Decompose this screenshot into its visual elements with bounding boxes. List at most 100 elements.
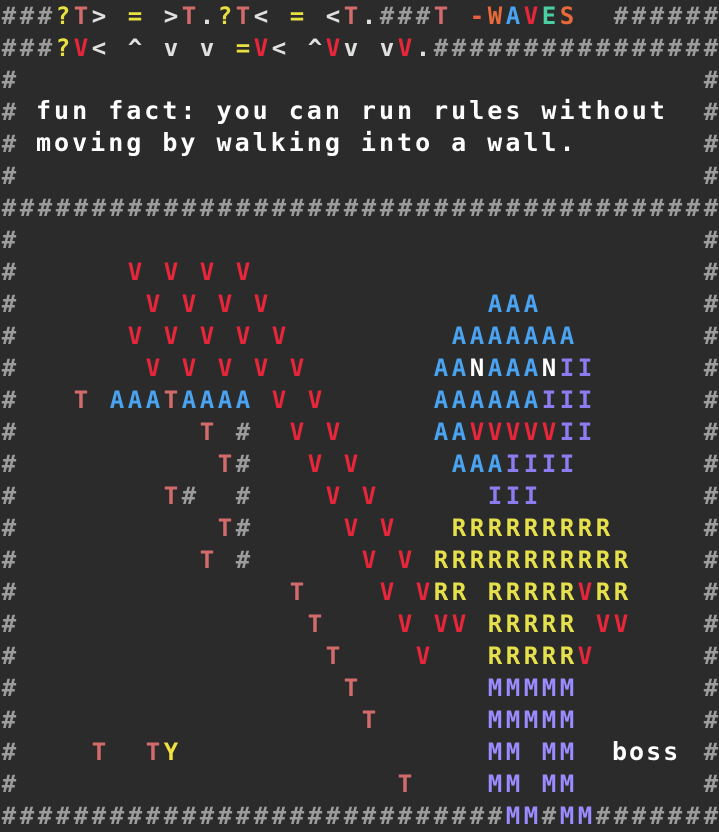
wall-tile: # <box>433 802 449 830</box>
r-tile: R <box>523 642 539 670</box>
wall-tile: # <box>379 802 395 830</box>
wall-tile: # <box>163 802 179 830</box>
wall-tile: # <box>595 194 611 222</box>
s-letter-tile: S <box>559 2 575 30</box>
wall-tile: # <box>469 34 485 62</box>
v-tile: V <box>199 322 215 350</box>
r-tile: R <box>541 642 557 670</box>
wall-tile: # <box>505 194 521 222</box>
t-tile: T <box>217 450 233 478</box>
wall-tile: # <box>577 194 593 222</box>
wall-tile: # <box>19 194 35 222</box>
a-tile: A <box>487 322 503 350</box>
r-tile: R <box>595 514 611 542</box>
r-tile: R <box>559 578 575 606</box>
wall-tile: # <box>703 578 719 606</box>
v-tile: V <box>253 290 269 318</box>
v-tile: V <box>595 610 611 638</box>
wall-tile: # <box>1 514 17 542</box>
a-tile: A <box>541 322 557 350</box>
m-tile: M <box>487 674 503 702</box>
wall-tile: # <box>523 194 539 222</box>
a-tile: A <box>523 290 539 318</box>
down-arrow-tile: v <box>343 34 359 62</box>
t-tile: T <box>397 770 413 798</box>
wall-tile: # <box>1 738 17 766</box>
wall-tile: # <box>181 194 197 222</box>
a-tile: A <box>487 386 503 414</box>
wall-tile: # <box>307 194 323 222</box>
v-tile: V <box>523 418 539 446</box>
dot-tile: . <box>199 2 215 30</box>
a-tile: A <box>505 354 521 382</box>
a-tile: A <box>145 386 161 414</box>
wall-tile: # <box>703 482 719 510</box>
wall-tile: # <box>667 2 683 30</box>
wall-tile: # <box>703 674 719 702</box>
wall-tile: # <box>703 450 719 478</box>
equals-tile: = <box>289 2 305 30</box>
m-tile: M <box>505 802 521 830</box>
wall-tile: # <box>703 386 719 414</box>
i-tile: I <box>559 386 575 414</box>
wall-tile: # <box>703 130 719 158</box>
a-tile: A <box>523 386 539 414</box>
m-tile: M <box>541 770 557 798</box>
wall-tile: # <box>217 194 233 222</box>
wall-tile: # <box>37 34 53 62</box>
wall-tile: # <box>1 258 17 286</box>
wall-tile: # <box>415 2 431 30</box>
t-tile: T <box>163 482 179 510</box>
wall-tile: # <box>595 34 611 62</box>
t-tile: T <box>235 2 251 30</box>
v-tile: V <box>577 578 593 606</box>
v-tile: V <box>325 34 341 62</box>
m-tile: M <box>559 802 575 830</box>
a-tile: A <box>127 386 143 414</box>
v-tile: V <box>235 258 251 286</box>
v-tile: V <box>451 610 467 638</box>
t-tile: T <box>199 418 215 446</box>
equals-tile: = <box>127 2 143 30</box>
wall-tile: # <box>235 418 251 446</box>
r-tile: R <box>559 546 575 574</box>
m-tile: M <box>559 738 575 766</box>
left-arrow-tile: < <box>325 2 341 30</box>
wall-tile: # <box>613 802 629 830</box>
wall-tile: # <box>487 194 503 222</box>
e-letter-tile: E <box>541 2 557 30</box>
m-tile: M <box>523 674 539 702</box>
v-tile: V <box>181 354 197 382</box>
r-tile: R <box>523 578 539 606</box>
v-tile: V <box>361 482 377 510</box>
i-tile: I <box>577 386 593 414</box>
wall-tile: # <box>235 546 251 574</box>
t-tile: T <box>91 738 107 766</box>
equals-tile: = <box>235 34 251 62</box>
t-tile: T <box>145 738 161 766</box>
wall-tile: # <box>1 706 17 734</box>
v-tile: V <box>145 354 161 382</box>
wall-tile: # <box>541 34 557 62</box>
r-tile: R <box>487 610 503 638</box>
t-tile: T <box>361 706 377 734</box>
wall-tile: # <box>469 194 485 222</box>
v-tile: V <box>523 2 539 30</box>
wall-tile: # <box>1 578 17 606</box>
wall-tile: # <box>217 802 233 830</box>
v-tile: V <box>307 386 323 414</box>
m-tile: M <box>541 706 557 734</box>
wall-tile: # <box>631 34 647 62</box>
wall-tile: # <box>523 34 539 62</box>
r-tile: R <box>451 514 467 542</box>
i-tile: I <box>523 482 539 510</box>
t-tile: T <box>217 514 233 542</box>
t-tile: T <box>325 642 341 670</box>
a-tile: A <box>469 322 485 350</box>
wall-tile: # <box>415 194 431 222</box>
i-tile: I <box>559 418 575 446</box>
wall-tile: # <box>703 802 719 830</box>
a-tile: A <box>505 322 521 350</box>
v-tile: V <box>145 290 161 318</box>
r-tile: R <box>541 514 557 542</box>
